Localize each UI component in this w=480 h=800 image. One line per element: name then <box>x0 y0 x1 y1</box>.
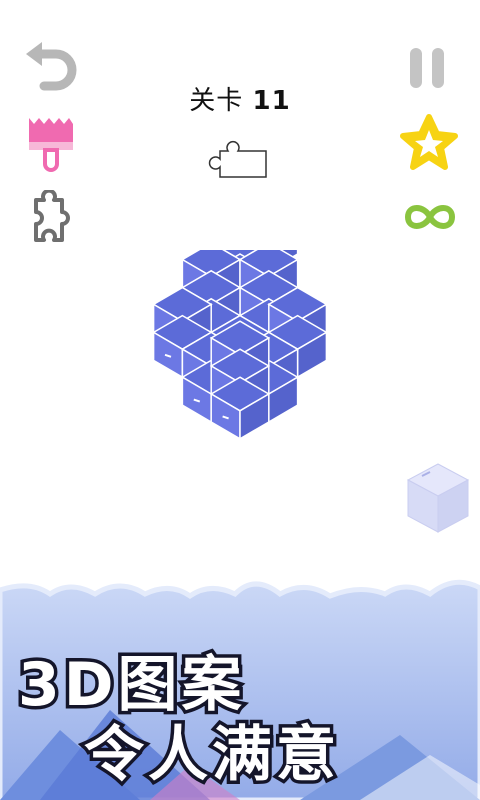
loose-cube-piece[interactable] <box>404 462 472 534</box>
puzzle-button[interactable] <box>24 190 74 252</box>
star-icon <box>400 114 458 170</box>
star-button[interactable] <box>398 113 460 173</box>
level-label: 关卡 <box>189 86 244 116</box>
hint-puzzle-piece-icon <box>208 141 267 178</box>
puzzle-piece-icon <box>34 190 70 242</box>
infinity-icon <box>404 205 456 229</box>
infinity-button[interactable] <box>400 200 460 234</box>
level-number: 11 <box>252 86 291 116</box>
banner-subheadline: 令人满意 <box>81 717 340 794</box>
paint-brush-button[interactable] <box>24 112 78 174</box>
level-title: 关卡 11 <box>0 80 480 117</box>
paint-brush-icon <box>29 118 73 172</box>
